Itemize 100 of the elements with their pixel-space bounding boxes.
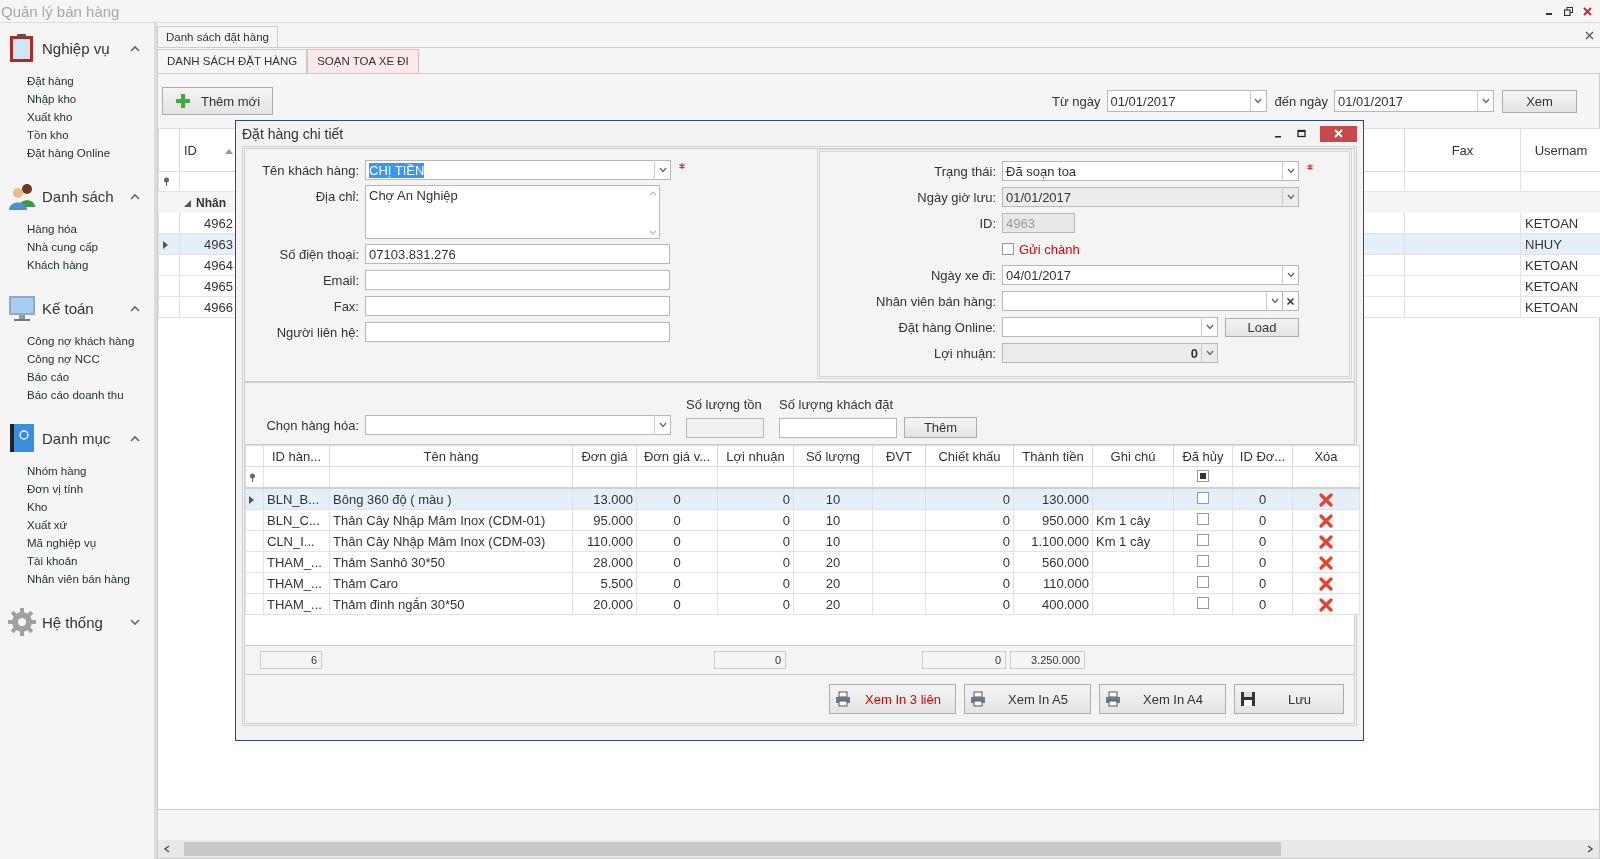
- table-row[interactable]: THAM_... Thảm Caro 5.500 0 0 20 0 110.000 0: [245, 572, 1360, 594]
- checkbox-label: Gửi chành: [1019, 241, 1080, 257]
- input-field[interactable]: [365, 270, 670, 290]
- arrow-right-icon[interactable]: [1586, 845, 1594, 853]
- table-row[interactable]: THAM_... Thảm đinh ngắn 30*50 20.000 0 0 20 0 400.000 0: [245, 593, 1360, 615]
- caret-down-icon[interactable]: [1205, 324, 1214, 330]
- column-header[interactable]: ID: [184, 142, 197, 158]
- add-button[interactable]: Thêm mới: [162, 87, 273, 115]
- maximize-icon[interactable]: [1297, 129, 1306, 138]
- column-header[interactable]: Fax: [1451, 142, 1474, 158]
- sidebar-item[interactable]: Đặt hàng Online: [27, 144, 111, 162]
- sidebar-item[interactable]: Đặt hàng: [27, 72, 74, 90]
- input-field[interactable]: [365, 296, 670, 316]
- chevron-up-icon[interactable]: [130, 44, 140, 52]
- table-row[interactable]: BLN_B... Bông 360 độ ( màu ) 13.000 0 0 10 0 130.000 0: [245, 488, 1360, 510]
- tab[interactable]: SOẠN TOA XE ĐI: [307, 49, 419, 73]
- delete-icon[interactable]: [1319, 513, 1333, 528]
- date-field[interactable]: 01/01/2017: [1334, 90, 1494, 112]
- sidebar-item[interactable]: Tồn kho: [27, 126, 69, 144]
- chevron-down-icon[interactable]: [130, 618, 140, 626]
- table-cell: KETOAN: [1525, 257, 1579, 273]
- table-row[interactable]: CLN_I... Thân Cây Nhập Mâm Inox (CDM-03) 110.000 0 0 10 0 1.100.000 Km 1 cây 0: [245, 530, 1360, 552]
- load-button[interactable]: Load: [1225, 317, 1299, 337]
- sidebar-item[interactable]: Hàng hóa: [27, 220, 77, 238]
- date-field[interactable]: 01/01/2017: [1106, 90, 1267, 112]
- print-button[interactable]: Xem In A4: [1099, 684, 1226, 714]
- column-header[interactable]: Tên hàng: [423, 448, 479, 464]
- delete-icon[interactable]: [1319, 576, 1333, 591]
- sidebar-item[interactable]: Báo cáo: [27, 368, 70, 386]
- sidebar-item[interactable]: Nhóm hàng: [27, 462, 87, 480]
- checkbox[interactable]: [1197, 491, 1209, 504]
- horizontal-scrollbar[interactable]: [158, 840, 1599, 858]
- sidebar-item[interactable]: Đơn vị tính: [27, 480, 84, 498]
- caret-down-icon[interactable]: [1270, 298, 1279, 304]
- chevron-up-icon[interactable]: [130, 304, 140, 312]
- sidebar-item[interactable]: Khách hàng: [27, 256, 89, 274]
- checkbox[interactable]: [1197, 512, 1209, 525]
- sidebar-item[interactable]: Xuất xứ: [27, 516, 68, 534]
- arrow-left-icon[interactable]: [163, 845, 171, 853]
- sidebar-item[interactable]: Báo cáo doanh thu: [27, 386, 124, 404]
- caret-down-icon[interactable]: [658, 167, 667, 173]
- caret-down-icon[interactable]: [1286, 272, 1295, 278]
- sidebar-item[interactable]: Nhân viên bán hàng: [27, 570, 130, 588]
- delete-icon[interactable]: [1319, 534, 1333, 549]
- sidebar-item[interactable]: Tài khoản: [27, 552, 78, 570]
- input-field[interactable]: [779, 418, 897, 438]
- delete-icon[interactable]: [1319, 597, 1333, 612]
- sidebar-group-title[interactable]: Danh sách: [42, 187, 130, 205]
- sidebar-item[interactable]: Công nợ khách hàng: [27, 332, 135, 350]
- sidebar-item[interactable]: Xuất kho: [27, 108, 73, 126]
- sidebar-group-title[interactable]: Kế toán: [42, 299, 130, 317]
- table-cell: Thảm đinh ngắn 30*50: [333, 596, 465, 612]
- field-label: Trạng thái:: [933, 163, 996, 179]
- combo-box[interactable]: 04/01/2017: [1002, 265, 1299, 285]
- checkbox[interactable]: [1197, 596, 1209, 609]
- close-button[interactable]: [1320, 125, 1357, 142]
- save-button[interactable]: Lưu: [1234, 684, 1344, 714]
- clear-button[interactable]: [1283, 291, 1299, 311]
- tab[interactable]: DANH SÁCH ĐẶT HÀNG: [157, 49, 308, 73]
- view-button[interactable]: Xem: [1502, 89, 1577, 113]
- checkbox[interactable]: [1002, 243, 1014, 255]
- add-button[interactable]: Thêm: [904, 417, 977, 438]
- table-row[interactable]: THAM_... Thảm Sanhô 30*50 28.000 0 0 20 0 560.000 0: [245, 551, 1360, 573]
- text-area[interactable]: Chợ An Nghiệp: [365, 185, 660, 239]
- combo-box[interactable]: Đã soạn toa: [1002, 161, 1299, 181]
- caret-down-icon[interactable]: [1481, 98, 1490, 104]
- sidebar-group-title[interactable]: Nghiệp vụ: [42, 39, 130, 57]
- delete-icon[interactable]: [1319, 555, 1333, 570]
- chevron-up-icon[interactable]: [130, 192, 140, 200]
- caret-down-icon[interactable]: [658, 422, 667, 428]
- sidebar-group-title[interactable]: Danh mục: [42, 429, 130, 447]
- sidebar-item[interactable]: Công nợ NCC: [27, 350, 100, 368]
- checkbox[interactable]: [1197, 533, 1209, 546]
- sidebar-group-title[interactable]: Hệ thống: [42, 613, 130, 631]
- checkbox[interactable]: [1197, 469, 1209, 482]
- expand-icon[interactable]: [184, 199, 191, 207]
- input-field[interactable]: 07103.831.276: [365, 244, 670, 264]
- print-button[interactable]: Xem In 3 liên: [829, 684, 956, 714]
- restore-icon[interactable]: [1564, 6, 1573, 16]
- sidebar-item[interactable]: Nhập kho: [27, 90, 77, 108]
- sidebar-item[interactable]: Nhà cung cấp: [27, 238, 98, 256]
- window-title: Quản lý bán hàng: [0, 2, 120, 20]
- print-button[interactable]: Xem In A5: [964, 684, 1091, 714]
- row-indicator-icon: [249, 495, 254, 504]
- caret-down-icon[interactable]: [1254, 98, 1262, 104]
- checkbox[interactable]: [1197, 554, 1209, 567]
- chevron-up-icon[interactable]: [130, 434, 140, 442]
- close-icon[interactable]: [1583, 6, 1592, 16]
- table-row[interactable]: BLN_C... Thân Cây Nhập Mâm Inox (CDM-01) 95.000 0 0 10 0 950.000 Km 1 cây 0: [245, 509, 1360, 531]
- sidebar-item[interactable]: Kho: [27, 498, 48, 516]
- scrollbar-thumb[interactable]: [184, 842, 1281, 856]
- caret-down-icon[interactable]: [1286, 168, 1295, 174]
- floppy-icon: [1240, 691, 1256, 707]
- close-icon[interactable]: [1585, 31, 1594, 40]
- sidebar-item[interactable]: Mã nghiệp vụ: [27, 534, 97, 552]
- table-cell: 0: [1002, 596, 1010, 612]
- input-field[interactable]: [365, 322, 670, 342]
- delete-icon[interactable]: [1319, 492, 1333, 507]
- document-tab[interactable]: Danh sách đặt hàng: [157, 26, 278, 47]
- checkbox[interactable]: [1197, 575, 1209, 588]
